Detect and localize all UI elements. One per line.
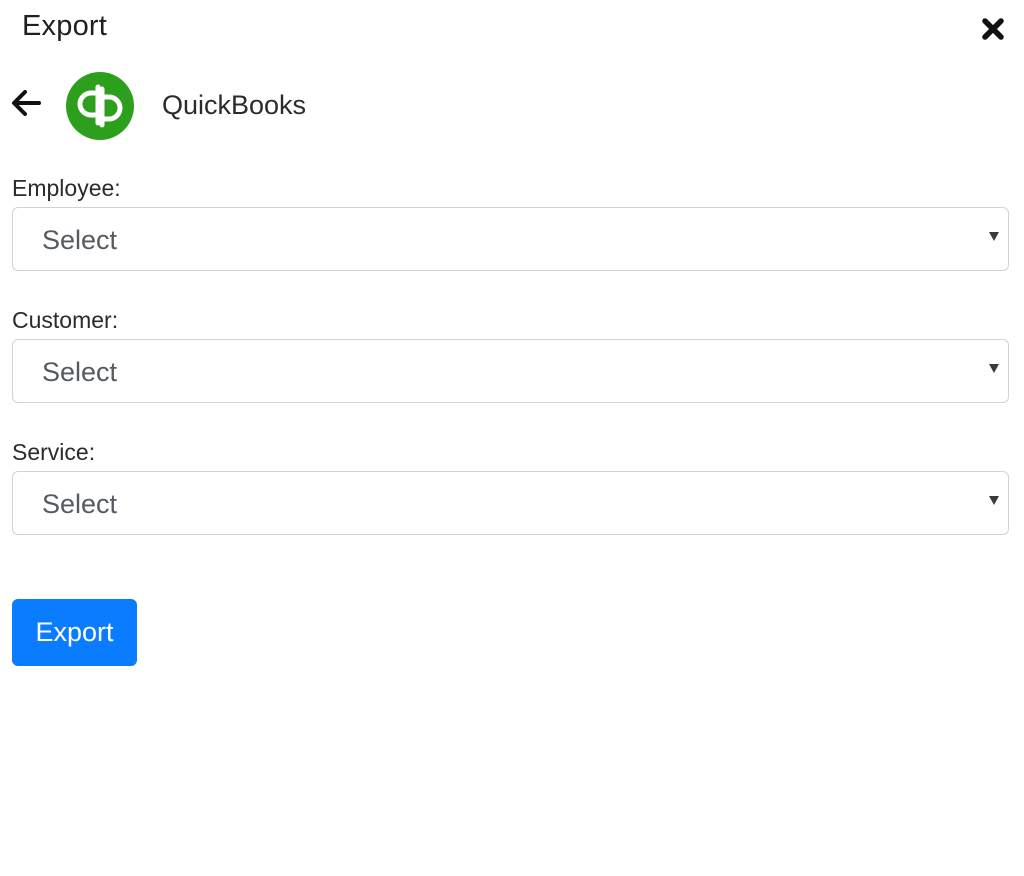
customer-select-value: Select xyxy=(42,357,118,387)
provider-name: QuickBooks xyxy=(162,90,307,120)
chevron-down-icon xyxy=(989,496,999,505)
employee-label: Employee: xyxy=(12,175,121,201)
customer-label: Customer: xyxy=(12,307,119,333)
chevron-down-icon xyxy=(989,232,999,241)
back-button[interactable] xyxy=(10,87,44,119)
service-label: Service: xyxy=(12,439,96,465)
employee-select-value: Select xyxy=(42,225,118,255)
close-button[interactable] xyxy=(978,14,1008,44)
customer-field: Customer: Select xyxy=(12,305,1012,403)
service-select-value: Select xyxy=(42,489,118,519)
service-select[interactable]: Select xyxy=(12,471,1009,535)
arrow-left-icon xyxy=(12,90,41,116)
quickbooks-logo xyxy=(65,71,135,141)
quickbooks-logo-icon xyxy=(66,72,134,140)
close-icon xyxy=(982,18,1004,40)
employee-select[interactable]: Select xyxy=(12,207,1009,271)
export-button[interactable]: Export xyxy=(12,599,137,666)
chevron-down-icon xyxy=(989,364,999,373)
dialog-header: Export xyxy=(0,0,1024,60)
customer-select[interactable]: Select xyxy=(12,339,1009,403)
employee-field: Employee: Select xyxy=(12,173,1012,271)
dialog-title: Export xyxy=(22,10,108,42)
provider-row: QuickBooks xyxy=(0,70,1024,144)
service-field: Service: Select xyxy=(12,437,1012,535)
